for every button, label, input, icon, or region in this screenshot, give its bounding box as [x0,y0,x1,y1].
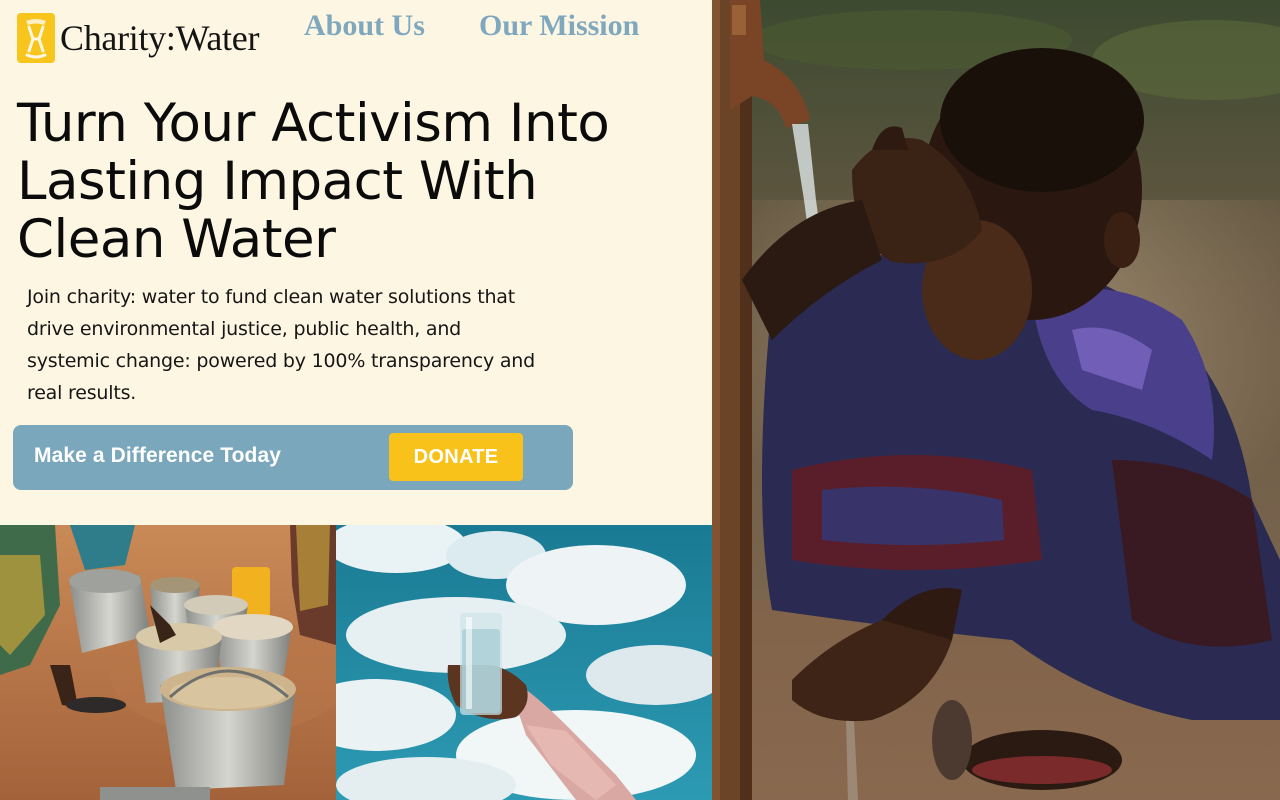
cta-bar: Make a Difference Today DONATE [13,425,573,490]
boy-washing-photo [712,0,1280,800]
hero-panel: Charity:Water About Us Our Mission Turn … [0,0,712,525]
brand-logo[interactable]: Charity:Water [17,13,259,63]
top-nav: Charity:Water [17,12,259,64]
brand-name: Charity:Water [60,18,260,58]
hero-headline: Turn Your Activism Into Lasting Impact W… [17,93,610,270]
buckets-photo [0,525,336,800]
jerrycan-icon [17,13,55,63]
nav-about-us[interactable]: About Us [304,9,425,43]
donate-button[interactable]: DONATE [389,433,523,481]
hero-subtext: Join charity: water to fund clean water … [27,286,535,404]
glass-sky-photo [336,525,712,800]
cta-label: Make a Difference Today [34,444,281,467]
nav-our-mission[interactable]: Our Mission [479,9,639,43]
